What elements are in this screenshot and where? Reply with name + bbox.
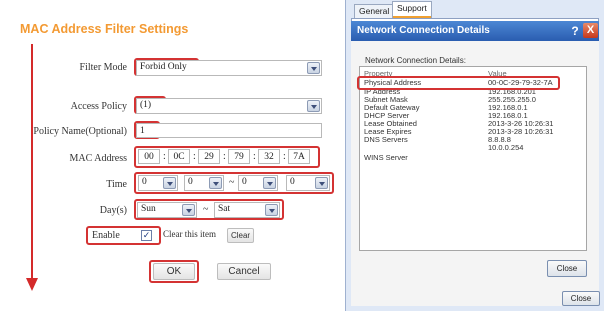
time-end-min-value: 0: [290, 177, 295, 187]
property-name: DNS Servers: [364, 135, 408, 144]
property-value: 10.0.0.254: [488, 143, 524, 152]
time-start-hour-select[interactable]: 0: [138, 175, 178, 191]
mac-address-label: MAC Address: [69, 153, 127, 164]
chevron-down-icon[interactable]: [263, 177, 276, 189]
mac-octet-3[interactable]: 29: [198, 149, 220, 164]
details-label: Network Connection Details:: [365, 56, 466, 65]
filter-mode-value: Forbid Only: [140, 62, 187, 72]
clear-button[interactable]: Clear: [227, 228, 254, 243]
list-item[interactable]: DNS Servers 8.8.8.8: [360, 136, 588, 144]
time-range-separator: ~: [229, 177, 235, 188]
access-policy-label: Access Policy: [70, 101, 127, 112]
days-label: Day(s): [99, 205, 127, 216]
clear-item-label: Clear this item: [163, 229, 216, 239]
chevron-down-icon[interactable]: [307, 100, 320, 112]
time-label: Time: [106, 179, 127, 190]
enable-label: Enable: [92, 230, 120, 241]
time-start-hour-value: 0: [142, 177, 147, 187]
chevron-down-icon[interactable]: [307, 62, 320, 74]
chevron-down-icon[interactable]: [315, 177, 328, 189]
mac-octet-2[interactable]: 0C: [168, 149, 190, 164]
access-policy-select[interactable]: (1): [136, 98, 322, 114]
time-end-hour-value: 0: [242, 177, 247, 187]
cancel-button[interactable]: Cancel: [217, 263, 271, 280]
filter-mode-select[interactable]: Forbid Only: [136, 60, 322, 76]
close-icon[interactable]: X: [583, 23, 598, 38]
details-list: Property Value Physical Address 00-0C-29…: [359, 66, 587, 251]
time-start-min-select[interactable]: 0: [184, 175, 224, 191]
tab-support[interactable]: Support: [392, 1, 432, 19]
chevron-down-icon[interactable]: [209, 177, 222, 189]
mac-separator: :: [283, 151, 286, 162]
page-title: MAC Address Filter Settings: [20, 22, 189, 36]
enable-checkbox[interactable]: ✓: [141, 230, 152, 241]
dialog-titlebar[interactable]: Network Connection Details ? X: [351, 21, 599, 41]
day-from-value: Sun: [141, 204, 156, 214]
mac-octet-6[interactable]: 7A: [288, 149, 310, 164]
chevron-down-icon[interactable]: [265, 204, 278, 216]
day-to-value: Sat: [218, 204, 231, 214]
mac-octet-5[interactable]: 32: [258, 149, 280, 164]
ok-button[interactable]: OK: [153, 263, 195, 280]
time-start-min-value: 0: [188, 177, 193, 187]
flow-arrow-line: [31, 44, 33, 282]
mac-separator: :: [193, 151, 196, 162]
chevron-down-icon[interactable]: [163, 177, 176, 189]
day-from-select[interactable]: Sun: [137, 202, 197, 218]
day-range-separator: ~: [203, 204, 209, 215]
list-item[interactable]: 10.0.0.254: [360, 144, 588, 152]
property-name: WINS Server: [364, 153, 408, 162]
time-end-hour-select[interactable]: 0: [238, 175, 278, 191]
mac-octet-4[interactable]: 79: [228, 149, 250, 164]
tab-general[interactable]: General: [354, 4, 395, 18]
physical-address-highlight: [357, 76, 560, 90]
mac-octet-1[interactable]: 00: [138, 149, 160, 164]
flow-arrow-down-icon: [26, 278, 38, 291]
list-item[interactable]: WINS Server: [360, 154, 588, 162]
filter-mode-label: Filter Mode: [79, 62, 128, 73]
mac-separator: :: [163, 151, 166, 162]
close-button[interactable]: Close: [547, 260, 587, 277]
mac-separator: :: [253, 151, 256, 162]
chevron-down-icon[interactable]: [182, 204, 195, 216]
policy-name-label: Policy Name(Optional): [33, 126, 127, 137]
outer-close-button[interactable]: Close: [562, 291, 600, 306]
day-to-select[interactable]: Sat: [214, 202, 280, 218]
mac-filter-panel: MAC Address Filter Settings Filter Mode …: [0, 0, 345, 311]
help-icon[interactable]: ?: [569, 24, 581, 38]
access-policy-value: (1): [140, 100, 152, 110]
dialog-title: Network Connection Details: [357, 25, 490, 36]
policy-name-input[interactable]: 1: [136, 123, 322, 138]
time-end-min-select[interactable]: 0: [286, 175, 330, 191]
mac-separator: :: [223, 151, 226, 162]
